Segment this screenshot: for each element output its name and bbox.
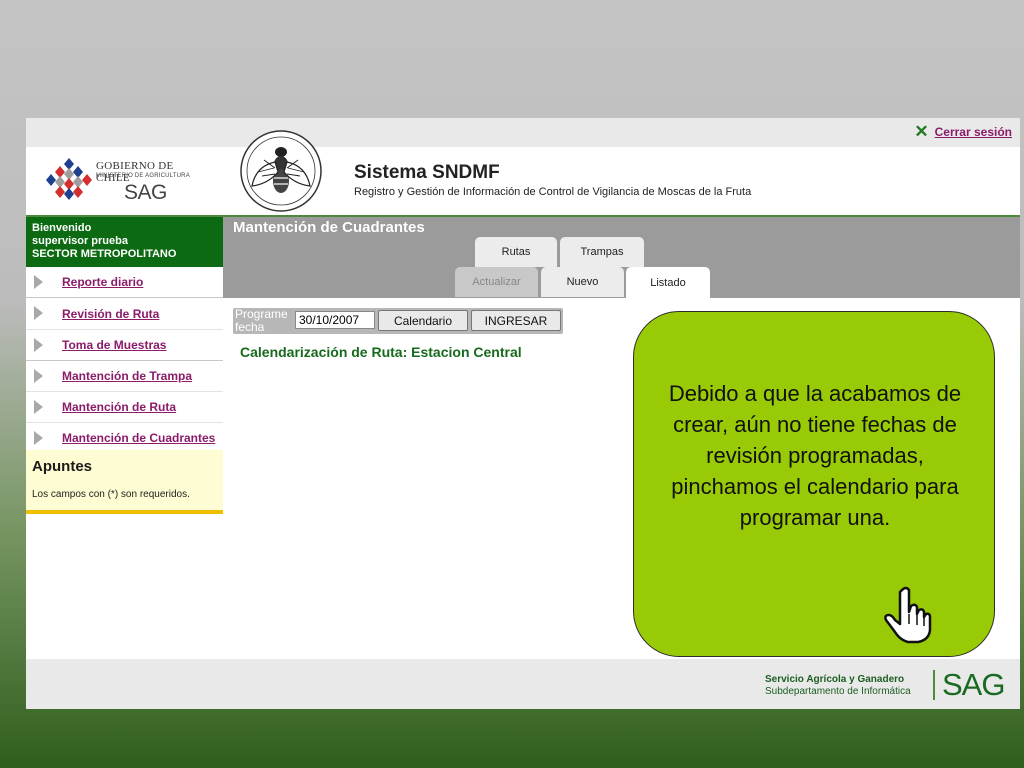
welcome-box: Bienvenido supervisor prueba SECTOR METR… xyxy=(26,217,223,267)
tab-nuevo[interactable]: Nuevo xyxy=(541,267,624,297)
top-bar: ✕ Cerrar sesión xyxy=(26,118,1020,147)
footer-divider xyxy=(933,670,935,700)
fly-logo-icon xyxy=(240,130,322,212)
logout-link[interactable]: ✕ Cerrar sesión xyxy=(914,122,1012,141)
footer: Servicio Agrícola y Ganadero Subdepartam… xyxy=(26,659,1020,709)
date-field-label: Programe fecha xyxy=(235,308,297,334)
callout-text: Debido a que la acabamos de crear, aún n… xyxy=(668,381,962,530)
apuntes-box: Apuntes Los campos con (*) son requerido… xyxy=(26,450,223,514)
chevron-right-icon xyxy=(34,275,43,289)
welcome-sector: SECTOR METROPOLITANO xyxy=(32,248,177,260)
sidebar-item-label[interactable]: Toma de Muestras xyxy=(62,338,166,352)
route-schedule-title: Calendarización de Ruta: Estacion Centra… xyxy=(240,344,522,360)
sidebar-menu: Reporte diario Revisión de Ruta Toma de … xyxy=(26,267,223,453)
app-window: ✕ Cerrar sesión GOBIERNO DE CHILE MINIST… xyxy=(26,118,1020,709)
sidebar-item-label[interactable]: Reporte diario xyxy=(62,275,143,289)
date-label-line2: fecha xyxy=(235,320,265,334)
sidebar-item-revision-ruta[interactable]: Revisión de Ruta xyxy=(26,298,223,330)
schedule-form: Programe fecha Calendario INGRESAR xyxy=(233,308,563,334)
tab-listado[interactable]: Listado xyxy=(626,267,710,298)
sidebar-item-reporte-diario[interactable]: Reporte diario xyxy=(26,267,223,298)
gob-line2: MINISTERIO DE AGRICULTURA xyxy=(96,173,190,179)
ingresar-button[interactable]: INGRESAR xyxy=(471,310,561,331)
apuntes-note: Los campos con (*) son requeridos. xyxy=(32,489,190,500)
gob-line3: SAG xyxy=(124,181,167,204)
chevron-right-icon xyxy=(34,400,43,414)
sidebar-item-label[interactable]: Revisión de Ruta xyxy=(62,307,159,321)
tab-actualizar[interactable]: Actualizar xyxy=(455,267,538,297)
sidebar-item-mantencion-trampa[interactable]: Mantención de Trampa xyxy=(26,361,223,392)
gob-chile-logo-icon xyxy=(46,158,92,200)
date-input[interactable] xyxy=(295,311,375,329)
system-subtitle: Registro y Gestión de Información de Con… xyxy=(354,186,752,198)
welcome-user: supervisor prueba xyxy=(32,235,128,247)
gob-chile-logo: GOBIERNO DE CHILE MINISTERIO DE AGRICULT… xyxy=(46,156,206,204)
calendar-button[interactable]: Calendario xyxy=(378,310,468,331)
system-title: Sistema SNDMF xyxy=(354,162,500,183)
hand-pointer-icon xyxy=(884,586,932,644)
chevron-right-icon xyxy=(34,306,43,320)
chevron-right-icon xyxy=(34,338,43,352)
sidebar-item-toma-muestras[interactable]: Toma de Muestras xyxy=(26,330,223,361)
page-title: Mantención de Cuadrantes xyxy=(233,219,425,236)
sidebar-item-label[interactable]: Mantención de Trampa xyxy=(62,369,192,383)
header: GOBIERNO DE CHILE MINISTERIO DE AGRICULT… xyxy=(26,130,1020,217)
apuntes-title: Apuntes xyxy=(32,458,92,475)
main-header: Mantención de Cuadrantes Rutas Trampas A… xyxy=(223,217,1020,298)
welcome-line1: Bienvenido xyxy=(32,222,92,234)
sidebar-item-label[interactable]: Mantención de Ruta xyxy=(62,400,176,414)
sidebar-item-mantencion-ruta[interactable]: Mantención de Ruta xyxy=(26,392,223,423)
chevron-right-icon xyxy=(34,369,43,383)
sidebar-item-label[interactable]: Mantención de Cuadrantes xyxy=(62,431,215,445)
logout-label[interactable]: Cerrar sesión xyxy=(935,125,1012,139)
footer-org: Servicio Agrícola y Ganadero xyxy=(765,674,905,685)
footer-dept: Subdepartamento de Informática xyxy=(765,686,911,697)
tutorial-callout: Debido a que la acabamos de crear, aún n… xyxy=(633,311,995,657)
footer-sag-logo: SAG xyxy=(942,667,1005,702)
close-icon: ✕ xyxy=(914,122,929,141)
tab-rutas[interactable]: Rutas xyxy=(475,237,557,267)
chevron-right-icon xyxy=(34,431,43,445)
sidebar-item-mantencion-cuadrantes[interactable]: Mantención de Cuadrantes xyxy=(26,423,223,453)
tab-trampas[interactable]: Trampas xyxy=(560,237,644,267)
